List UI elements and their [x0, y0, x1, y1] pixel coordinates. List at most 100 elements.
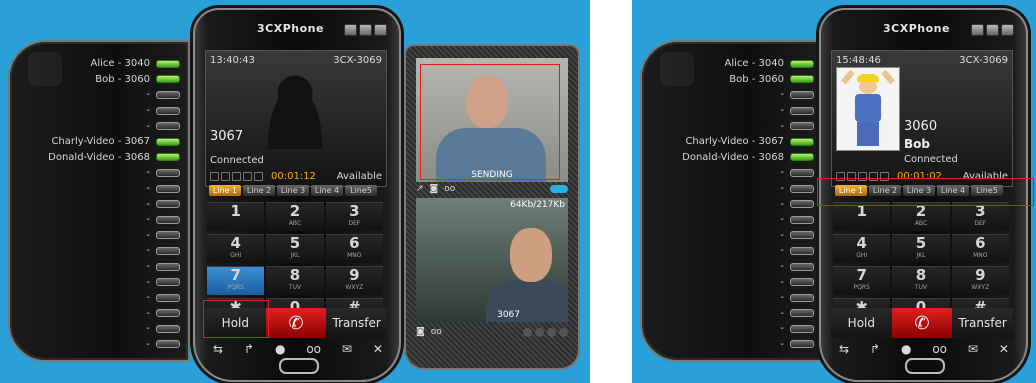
hold-button[interactable]: Hold [831, 308, 892, 338]
dial-key[interactable]: 8 TUV [892, 266, 950, 295]
dial-key[interactable]: 2 ABC [266, 202, 324, 231]
video-toolbar-bottom: ◙ oo [416, 325, 568, 339]
key-letters: JKL [290, 252, 300, 259]
video-toggle[interactable] [550, 185, 568, 193]
dial-key[interactable]: 5 JKL [892, 234, 950, 263]
line-tab[interactable]: Line 1 [209, 185, 241, 196]
minimize-button[interactable] [359, 24, 372, 36]
contact-row[interactable]: - [644, 87, 814, 103]
contact-row[interactable]: Alice - 3040 [644, 56, 814, 72]
key-digit: 2 [289, 202, 301, 220]
voicemail-icon[interactable]: oo [932, 342, 947, 356]
forward-icon[interactable]: ↱ [870, 342, 880, 356]
line-tab[interactable]: Line 4 [311, 185, 343, 196]
contact-row[interactable]: - [10, 243, 180, 259]
contact-row[interactable]: - [10, 181, 180, 197]
contact-name: Donald-Video - 3068 [682, 151, 784, 163]
presence-led [790, 137, 814, 146]
contact-row[interactable]: Bob - 3060 [644, 72, 814, 88]
home-button[interactable] [905, 358, 945, 374]
contact-row[interactable]: - [10, 212, 180, 228]
contact-row[interactable]: - [644, 321, 814, 337]
contact-row[interactable]: - [10, 274, 180, 290]
contact-row[interactable]: Alice - 3040 [10, 56, 180, 72]
contact-row[interactable]: - [644, 243, 814, 259]
contact-row[interactable]: - [644, 165, 814, 181]
transfer-icon[interactable]: ⇆ [839, 342, 849, 356]
contact-row[interactable]: Donald-Video - 3068 [10, 150, 180, 166]
mute-icon[interactable]: ✕ [373, 342, 383, 356]
contact-row[interactable]: - [644, 274, 814, 290]
contact-row[interactable]: - [10, 259, 180, 275]
contact-row[interactable]: - [644, 228, 814, 244]
dial-key[interactable]: 8 TUV [266, 266, 324, 295]
record-icon[interactable]: oo [431, 327, 442, 337]
dial-key[interactable]: 2 ABC [892, 202, 950, 231]
dial-key[interactable]: 1 [833, 202, 891, 231]
dial-key[interactable]: 9 WXYZ [325, 266, 383, 295]
voicemail-icon[interactable]: oo [306, 342, 321, 356]
contact-row[interactable]: - [10, 87, 180, 103]
transfer-icon[interactable]: ⇆ [213, 342, 223, 356]
contact-row[interactable]: Charly-Video - 3067 [10, 134, 180, 150]
minimize-button[interactable] [986, 24, 999, 36]
camera-icon[interactable]: ◙ [416, 327, 425, 337]
dial-key[interactable]: 4 GHI [833, 234, 891, 263]
contact-row[interactable]: - [644, 337, 814, 353]
contact-icon[interactable]: ● [275, 342, 285, 356]
home-button[interactable] [279, 358, 319, 374]
arrow-icon[interactable]: ↗ [416, 184, 424, 194]
messages-icon[interactable]: ✉ [342, 342, 352, 356]
dial-key[interactable]: 9 WXYZ [951, 266, 1009, 295]
contact-row[interactable]: Charly-Video - 3067 [644, 134, 814, 150]
contact-row[interactable]: - [10, 103, 180, 119]
contact-row[interactable]: - [10, 337, 180, 353]
dial-key[interactable]: 1 [207, 202, 265, 231]
contact-icon[interactable]: ● [901, 342, 911, 356]
contact-row[interactable]: - [10, 228, 180, 244]
contact-row[interactable]: - [10, 321, 180, 337]
contact-row[interactable]: - [644, 290, 814, 306]
dial-key[interactable]: 6 MNO [325, 234, 383, 263]
contact-row[interactable]: Bob - 3060 [10, 72, 180, 88]
contact-row[interactable]: Donald-Video - 3068 [644, 150, 814, 166]
contact-row[interactable]: - [10, 306, 180, 322]
contact-row[interactable]: - [644, 196, 814, 212]
line-tab[interactable]: Line5 [345, 185, 377, 196]
camera-icon[interactable]: ◙ [430, 184, 439, 194]
contact-row[interactable]: - [644, 259, 814, 275]
transfer-button[interactable]: Transfer [952, 308, 1014, 338]
forward-icon[interactable]: ↱ [244, 342, 254, 356]
line-tab[interactable]: Line 3 [277, 185, 309, 196]
record-icon[interactable]: oo [444, 184, 455, 194]
hangup-button[interactable]: ✆ [891, 308, 953, 338]
contact-row[interactable]: - [644, 103, 814, 119]
key-digit: 8 [289, 266, 301, 284]
dial-key[interactable]: 4 GHI [207, 234, 265, 263]
contact-row[interactable]: - [644, 118, 814, 134]
help-button[interactable] [344, 24, 357, 36]
dial-key[interactable]: 7 PQRS [207, 266, 265, 295]
contact-row[interactable]: - [10, 290, 180, 306]
dial-key[interactable]: 5 JKL [266, 234, 324, 263]
messages-icon[interactable]: ✉ [968, 342, 978, 356]
availability-status[interactable]: Available [337, 171, 382, 182]
dial-key[interactable]: 7 PQRS [833, 266, 891, 295]
sending-label: SENDING [471, 170, 513, 180]
dial-key[interactable]: 3 DEF [325, 202, 383, 231]
hangup-button[interactable]: ✆ [265, 308, 327, 338]
contact-row[interactable]: - [10, 118, 180, 134]
dial-key[interactable]: 6 MNO [951, 234, 1009, 263]
contact-row[interactable]: - [644, 181, 814, 197]
dial-key[interactable]: 3 DEF [951, 202, 1009, 231]
transfer-button[interactable]: Transfer [326, 308, 388, 338]
help-button[interactable] [971, 24, 984, 36]
close-button[interactable] [1001, 24, 1014, 36]
close-button[interactable] [374, 24, 387, 36]
contact-row[interactable]: - [10, 165, 180, 181]
mute-icon[interactable]: ✕ [999, 342, 1009, 356]
line-tab[interactable]: Line 2 [243, 185, 275, 196]
contact-row[interactable]: - [644, 212, 814, 228]
contact-row[interactable]: - [10, 196, 180, 212]
contact-row[interactable]: - [644, 306, 814, 322]
